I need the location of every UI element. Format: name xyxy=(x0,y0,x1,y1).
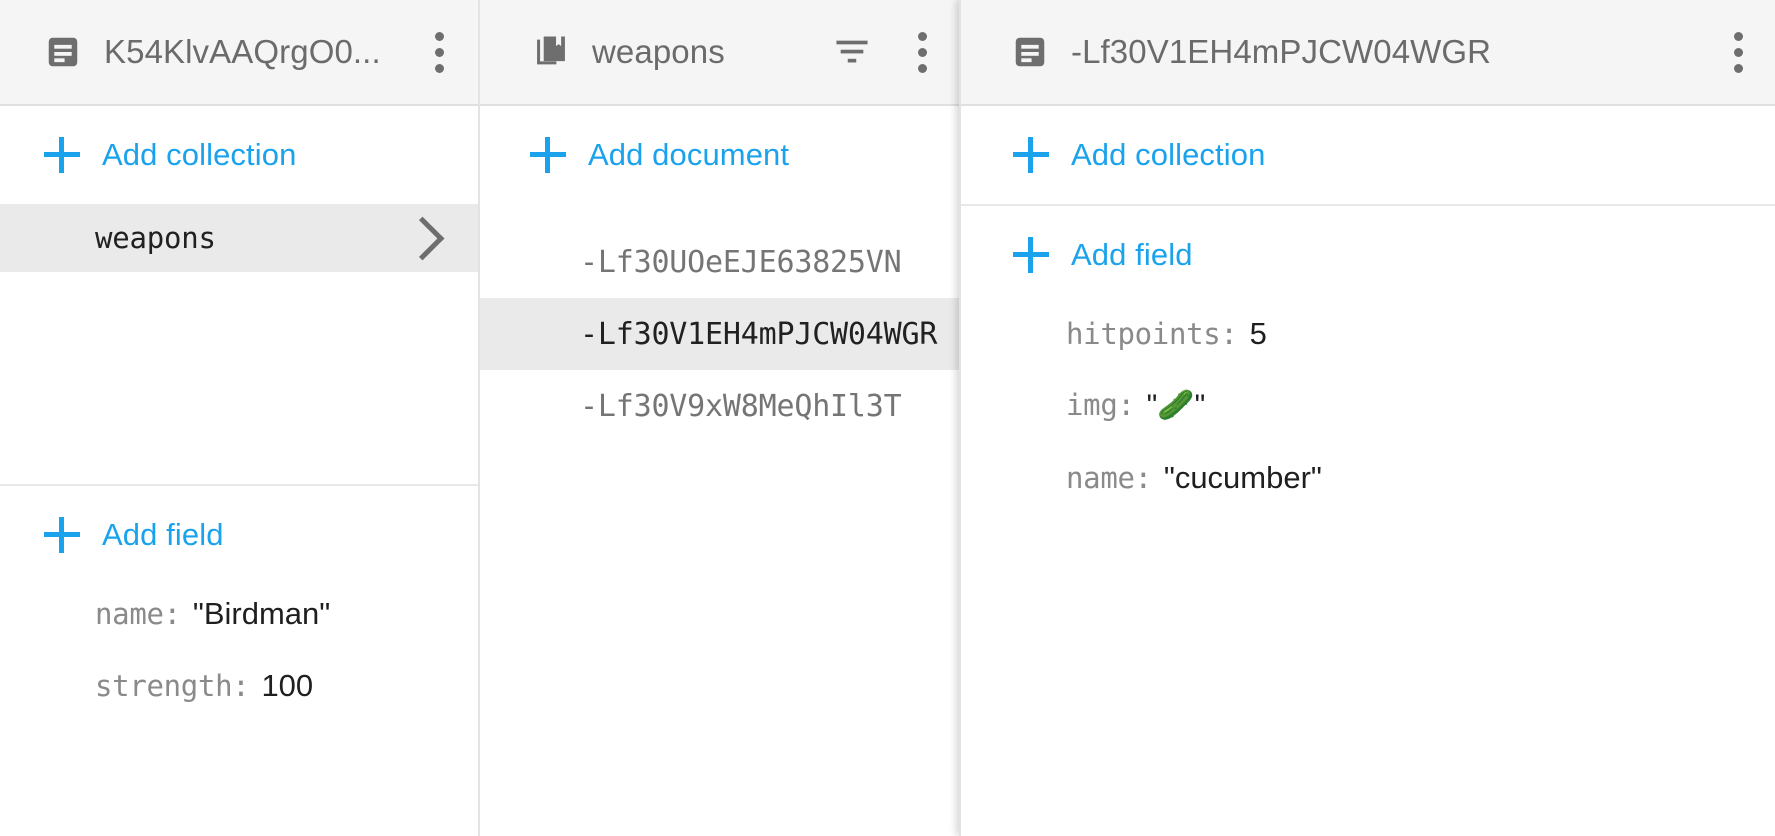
add-collection-button[interactable]: Add collection xyxy=(961,106,1775,204)
collection-icon xyxy=(532,33,570,71)
add-document-label: Add document xyxy=(588,137,789,173)
field-key: strength: xyxy=(95,669,249,703)
document-detail-panel: -Lf30V1EH4mPJCW04WGR Add collection Add … xyxy=(959,0,1775,836)
left-panel-fields: name: "Birdman" strength: 100 xyxy=(0,584,478,740)
field-key: hitpoints: xyxy=(1066,317,1238,351)
add-collection-label: Add collection xyxy=(1071,137,1265,173)
field-row[interactable]: name: "cucumber" xyxy=(961,460,1775,532)
add-collection-label: Add collection xyxy=(102,137,296,173)
field-value: "Birdman" xyxy=(193,596,330,632)
firestore-data-browser: K54KlvAAQrgO0... Add collection weapons xyxy=(0,0,1775,836)
document-list-item[interactable]: -Lf30V9xW8MeQhIl3T xyxy=(480,370,961,442)
left-panel-title: K54KlvAAQrgO0... xyxy=(104,33,404,71)
add-field-button[interactable]: Add field xyxy=(961,206,1775,304)
collection-name: weapons xyxy=(95,221,407,255)
field-row[interactable]: name: "Birdman" xyxy=(0,596,478,668)
field-row[interactable]: hitpoints: 5 xyxy=(961,316,1775,388)
add-field-label: Add field xyxy=(1071,237,1193,273)
middle-panel-body: Add document -Lf30UOeEJE63825VN -Lf30V1E… xyxy=(480,106,961,442)
chevron-right-icon xyxy=(401,216,445,260)
middle-panel-title: weapons xyxy=(592,33,817,71)
more-vert-icon[interactable] xyxy=(1721,32,1755,72)
document-list-item[interactable]: -Lf30V1EH4mPJCW04WGR xyxy=(480,298,961,370)
field-key: img: xyxy=(1066,388,1135,422)
collection-panel: weapons Add document xyxy=(478,0,961,836)
more-vert-icon[interactable] xyxy=(422,32,456,72)
plus-icon xyxy=(530,137,566,173)
middle-panel-header: weapons xyxy=(480,0,961,106)
middle-list-spacer xyxy=(480,204,961,226)
right-panel-header: -Lf30V1EH4mPJCW04WGR xyxy=(961,0,1775,106)
left-panel-body: Add collection weapons Add field name: "… xyxy=(0,106,478,740)
document-id: -Lf30UOeEJE63825VN xyxy=(580,245,939,280)
field-value: "🥒" xyxy=(1147,388,1206,423)
middle-panel-actions xyxy=(835,32,939,72)
right-panel-actions xyxy=(1721,32,1755,72)
document-list-item[interactable]: -Lf30UOeEJE63825VN xyxy=(480,226,961,298)
add-field-label: Add field xyxy=(102,517,224,553)
plus-icon xyxy=(1013,137,1049,173)
left-panel-spacer xyxy=(0,272,478,484)
plus-icon xyxy=(1013,237,1049,273)
document-id: -Lf30V1EH4mPJCW04WGR xyxy=(580,317,939,352)
plus-icon xyxy=(44,137,80,173)
add-collection-button[interactable]: Add collection xyxy=(0,106,478,204)
field-row[interactable]: strength: 100 xyxy=(0,668,478,740)
field-value: "cucumber" xyxy=(1164,460,1322,496)
root-document-panel: K54KlvAAQrgO0... Add collection weapons xyxy=(0,0,478,836)
left-panel-header: K54KlvAAQrgO0... xyxy=(0,0,478,106)
collection-list-item[interactable]: weapons xyxy=(0,204,478,272)
document-icon xyxy=(1011,33,1049,71)
add-document-button[interactable]: Add document xyxy=(480,106,961,204)
field-key: name: xyxy=(1066,461,1152,495)
add-field-button[interactable]: Add field xyxy=(0,486,478,584)
right-panel-title: -Lf30V1EH4mPJCW04WGR xyxy=(1071,33,1703,71)
field-value: 5 xyxy=(1250,316,1267,352)
right-panel-fields: hitpoints: 5 img: "🥒" name: "cucumber" xyxy=(961,304,1775,532)
field-row[interactable]: img: "🥒" xyxy=(961,388,1775,460)
filter-list-icon[interactable] xyxy=(835,32,869,72)
field-key: name: xyxy=(95,597,181,631)
more-vert-icon[interactable] xyxy=(905,32,939,72)
document-icon xyxy=(44,33,82,71)
right-panel-body: Add collection Add field hitpoints: 5 im… xyxy=(961,106,1775,532)
plus-icon xyxy=(44,517,80,553)
left-panel-actions xyxy=(422,32,456,72)
field-value: 100 xyxy=(261,668,313,704)
document-id: -Lf30V9xW8MeQhIl3T xyxy=(580,389,939,424)
